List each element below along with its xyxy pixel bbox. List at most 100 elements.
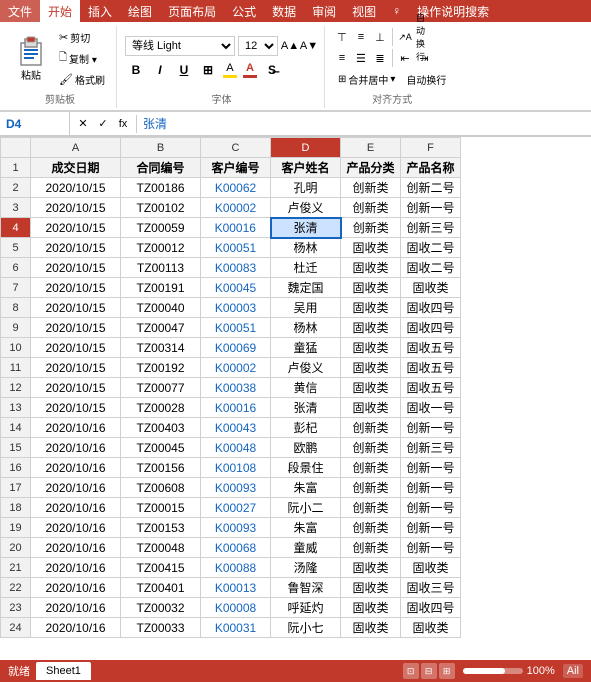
cell-A8[interactable]: 2020/10/15 xyxy=(31,298,121,318)
increase-indent-button[interactable]: ⇥ xyxy=(415,49,433,67)
cell-A17[interactable]: 2020/10/16 xyxy=(31,478,121,498)
cell-E14[interactable]: 创新类 xyxy=(341,418,401,438)
cell-E12[interactable]: 固收类 xyxy=(341,378,401,398)
cell-D8[interactable]: 吴用 xyxy=(271,298,341,318)
cell-E1[interactable]: 产品分类 xyxy=(341,158,401,178)
cell-E7[interactable]: 固收类 xyxy=(341,278,401,298)
cell-B6[interactable]: TZ00113 xyxy=(121,258,201,278)
cell-A14[interactable]: 2020/10/16 xyxy=(31,418,121,438)
cell-D2[interactable]: 孔明 xyxy=(271,178,341,198)
cell-D13[interactable]: 张清 xyxy=(271,398,341,418)
cell-F3[interactable]: 创新一号 xyxy=(401,198,461,218)
col-header-F[interactable]: F xyxy=(401,138,461,158)
cell-E10[interactable]: 固收类 xyxy=(341,338,401,358)
cell-E21[interactable]: 固收类 xyxy=(341,558,401,578)
cell-F23[interactable]: 固收四号 xyxy=(401,598,461,618)
cell-D22[interactable]: 鲁智深 xyxy=(271,578,341,598)
cell-A16[interactable]: 2020/10/16 xyxy=(31,458,121,478)
cell-C18[interactable]: K00027 xyxy=(201,498,271,518)
insert-function-button[interactable]: fx xyxy=(114,115,132,133)
fill-color-button[interactable]: A xyxy=(221,60,239,80)
cell-D12[interactable]: 黄信 xyxy=(271,378,341,398)
cell-reference-box[interactable]: D4 xyxy=(0,112,70,135)
cell-E24[interactable]: 固收类 xyxy=(341,618,401,638)
cell-C12[interactable]: K00038 xyxy=(201,378,271,398)
menu-draw[interactable]: 绘图 xyxy=(120,0,160,22)
cell-A6[interactable]: 2020/10/15 xyxy=(31,258,121,278)
cell-C14[interactable]: K00043 xyxy=(201,418,271,438)
align-top-button[interactable]: ⊤ xyxy=(333,28,351,46)
cell-C24[interactable]: K00031 xyxy=(201,618,271,638)
cell-F2[interactable]: 创新二号 xyxy=(401,178,461,198)
cell-F15[interactable]: 创新三号 xyxy=(401,438,461,458)
menu-help-icon[interactable]: ♀ xyxy=(384,0,409,22)
cell-F6[interactable]: 固收二号 xyxy=(401,258,461,278)
page-layout-button[interactable]: ⊟ xyxy=(421,663,437,679)
cell-A3[interactable]: 2020/10/15 xyxy=(31,198,121,218)
cell-A9[interactable]: 2020/10/15 xyxy=(31,318,121,338)
cell-F24[interactable]: 固收类 xyxy=(401,618,461,638)
cell-F13[interactable]: 固收一号 xyxy=(401,398,461,418)
cell-E22[interactable]: 固收类 xyxy=(341,578,401,598)
align-bottom-button[interactable]: ⊥ xyxy=(371,28,389,46)
col-header-E[interactable]: E xyxy=(341,138,401,158)
cell-A7[interactable]: 2020/10/15 xyxy=(31,278,121,298)
cell-A23[interactable]: 2020/10/16 xyxy=(31,598,121,618)
cell-F14[interactable]: 创新一号 xyxy=(401,418,461,438)
cell-B16[interactable]: TZ00156 xyxy=(121,458,201,478)
align-center-button[interactable]: ☰ xyxy=(352,49,370,67)
cell-D4[interactable]: 张清 xyxy=(271,218,341,238)
cut-button[interactable]: ✂ 剪切 xyxy=(54,28,110,47)
cell-D18[interactable]: 阮小二 xyxy=(271,498,341,518)
cell-F17[interactable]: 创新一号 xyxy=(401,478,461,498)
cell-A20[interactable]: 2020/10/16 xyxy=(31,538,121,558)
cell-B11[interactable]: TZ00192 xyxy=(121,358,201,378)
cell-D16[interactable]: 段景住 xyxy=(271,458,341,478)
cell-B2[interactable]: TZ00186 xyxy=(121,178,201,198)
menu-home[interactable]: 开始 xyxy=(40,0,80,22)
cell-B19[interactable]: TZ00153 xyxy=(121,518,201,538)
cell-B24[interactable]: TZ00033 xyxy=(121,618,201,638)
cell-F22[interactable]: 固收三号 xyxy=(401,578,461,598)
cell-B21[interactable]: TZ00415 xyxy=(121,558,201,578)
cell-A11[interactable]: 2020/10/15 xyxy=(31,358,121,378)
cell-A22[interactable]: 2020/10/16 xyxy=(31,578,121,598)
cell-F21[interactable]: 固收类 xyxy=(401,558,461,578)
copy-button[interactable]: 🗋 复制 ▾ xyxy=(54,48,110,69)
menu-review[interactable]: 审阅 xyxy=(304,0,344,22)
cell-A12[interactable]: 2020/10/15 xyxy=(31,378,121,398)
align-right-button[interactable]: ≣ xyxy=(371,49,389,67)
cell-B20[interactable]: TZ00048 xyxy=(121,538,201,558)
cell-A19[interactable]: 2020/10/16 xyxy=(31,518,121,538)
cell-F19[interactable]: 创新一号 xyxy=(401,518,461,538)
cell-A13[interactable]: 2020/10/15 xyxy=(31,398,121,418)
cell-E2[interactable]: 创新类 xyxy=(341,178,401,198)
merge-center-button[interactable]: ⊞合并居中▾ xyxy=(333,70,400,89)
cell-E18[interactable]: 创新类 xyxy=(341,498,401,518)
cell-E11[interactable]: 固收类 xyxy=(341,358,401,378)
cell-B12[interactable]: TZ00077 xyxy=(121,378,201,398)
cell-D1[interactable]: 客户姓名 xyxy=(271,158,341,178)
cell-E13[interactable]: 固收类 xyxy=(341,398,401,418)
cell-B8[interactable]: TZ00040 xyxy=(121,298,201,318)
border-button[interactable]: ⊞ xyxy=(197,59,219,81)
cancel-formula-button[interactable]: ✕ xyxy=(74,115,92,133)
underline-button[interactable]: U xyxy=(173,59,195,81)
cell-A4[interactable]: 2020/10/15 xyxy=(31,218,121,238)
cell-B4[interactable]: TZ00059 xyxy=(121,218,201,238)
cell-B22[interactable]: TZ00401 xyxy=(121,578,201,598)
cell-C15[interactable]: K00048 xyxy=(201,438,271,458)
col-header-B[interactable]: B xyxy=(121,138,201,158)
align-middle-button[interactable]: ≡ xyxy=(352,28,370,46)
cell-C17[interactable]: K00093 xyxy=(201,478,271,498)
cell-F4[interactable]: 创新三号 xyxy=(401,218,461,238)
cell-C22[interactable]: K00013 xyxy=(201,578,271,598)
menu-layout[interactable]: 页面布局 xyxy=(160,0,224,22)
format-painter-button[interactable]: 🖌 格式刷 xyxy=(54,70,110,89)
cell-B3[interactable]: TZ00102 xyxy=(121,198,201,218)
cell-A18[interactable]: 2020/10/16 xyxy=(31,498,121,518)
bold-button[interactable]: B xyxy=(125,59,147,81)
paste-button[interactable]: 粘贴 xyxy=(10,28,52,89)
italic-button[interactable]: I xyxy=(149,59,171,81)
cell-A5[interactable]: 2020/10/15 xyxy=(31,238,121,258)
